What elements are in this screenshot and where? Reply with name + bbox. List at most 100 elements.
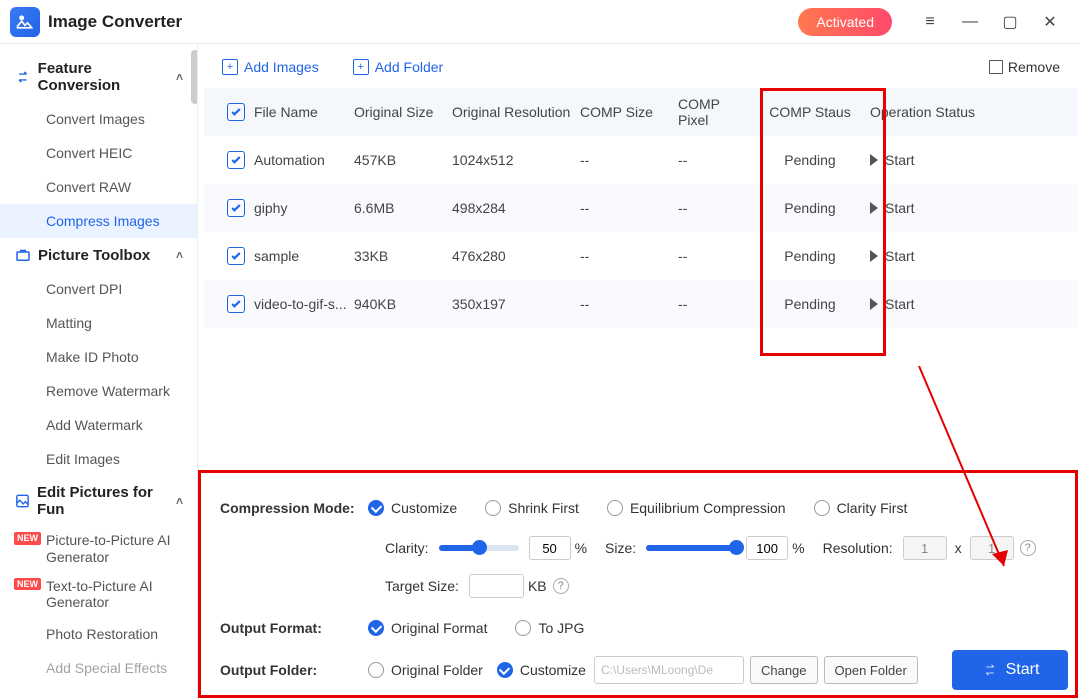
target-size-input[interactable]: [469, 574, 524, 598]
sidebar-item-pic2pic-ai[interactable]: NEW Picture-to-Picture AI Generator: [0, 526, 197, 572]
cell-comp-status: Pending: [750, 200, 870, 216]
checkbox-row[interactable]: [227, 199, 245, 217]
radio-equilibrium[interactable]: [607, 500, 623, 516]
add-folder-button[interactable]: + Add Folder: [353, 59, 443, 75]
radio-clarity-first[interactable]: [814, 500, 830, 516]
play-icon: [870, 250, 878, 262]
th-original-resolution: Original Resolution: [452, 104, 580, 120]
clarity-label: Clarity:: [385, 540, 429, 556]
cell-comp-pixel: --: [678, 152, 750, 168]
cell-file-name: video-to-gif-s...: [254, 296, 354, 312]
row-start-button[interactable]: Start: [870, 248, 1064, 264]
target-size-unit: KB: [528, 578, 547, 594]
th-comp-size: COMP Size: [580, 104, 678, 120]
resolution-width[interactable]: [903, 536, 947, 560]
cell-comp-status: Pending: [750, 296, 870, 312]
activated-badge: Activated: [798, 8, 892, 36]
row-start-button[interactable]: Start: [870, 296, 1064, 312]
app-logo: [10, 7, 40, 37]
resolution-label: Resolution:: [823, 540, 893, 556]
checkbox-row[interactable]: [227, 295, 245, 313]
radio-customize-folder[interactable]: [497, 662, 513, 678]
checkbox-row[interactable]: [227, 247, 245, 265]
add-image-icon: +: [222, 59, 238, 75]
section-feature-conversion[interactable]: Feature Conversion ˄: [0, 52, 197, 102]
cell-comp-status: Pending: [750, 248, 870, 264]
output-format-label: Output Format:: [220, 620, 368, 636]
play-icon: [870, 202, 878, 214]
sidebar-item-convert-raw[interactable]: Convert RAW: [0, 170, 197, 204]
clarity-input[interactable]: [529, 536, 571, 560]
new-badge: NEW: [14, 578, 41, 591]
row-start-button[interactable]: Start: [870, 200, 1064, 216]
sidebar-item-text2pic-ai[interactable]: NEW Text-to-Picture AI Generator: [0, 572, 197, 618]
radio-to-jpg[interactable]: [515, 620, 531, 636]
output-folder-path[interactable]: [594, 656, 744, 684]
sidebar-item-convert-heic[interactable]: Convert HEIC: [0, 136, 197, 170]
cell-comp-size: --: [580, 152, 678, 168]
cell-file-name: giphy: [254, 200, 354, 216]
section-label: Feature Conversion: [38, 60, 176, 94]
radio-label: Customize: [520, 662, 586, 678]
sidebar-item-add-watermark[interactable]: Add Watermark: [0, 408, 197, 442]
sidebar-item-matting[interactable]: Matting: [0, 306, 197, 340]
clarity-slider[interactable]: [439, 545, 519, 551]
sidebar-item-photo-restoration[interactable]: Photo Restoration: [0, 617, 197, 651]
row-start-button[interactable]: Start: [870, 152, 1064, 168]
radio-original-format[interactable]: [368, 620, 384, 636]
change-folder-button[interactable]: Change: [750, 656, 818, 684]
help-icon[interactable]: ?: [553, 578, 569, 594]
output-folder-label: Output Folder:: [220, 662, 368, 678]
radio-original-folder[interactable]: [368, 662, 384, 678]
radio-label: Original Format: [391, 620, 487, 636]
sidebar-item-make-id-photo[interactable]: Make ID Photo: [0, 340, 197, 374]
add-images-button[interactable]: + Add Images: [222, 59, 319, 75]
radio-shrink-first[interactable]: [485, 500, 501, 516]
maximize-button[interactable]: ▢: [994, 6, 1026, 38]
section-picture-toolbox[interactable]: Picture Toolbox ˄: [0, 238, 197, 272]
slider-thumb[interactable]: [729, 540, 744, 555]
cell-original-resolution: 498x284: [452, 200, 580, 216]
sidebar-item-compress-images[interactable]: Compress Images: [0, 204, 197, 238]
help-icon[interactable]: ?: [1020, 540, 1036, 556]
remove-button[interactable]: Remove: [989, 59, 1060, 75]
menu-icon[interactable]: ≡: [914, 6, 946, 38]
radio-customize[interactable]: [368, 500, 384, 516]
minimize-button[interactable]: —: [954, 6, 986, 38]
sidebar-item-convert-dpi[interactable]: Convert DPI: [0, 272, 197, 306]
sidebar-item-remove-watermark[interactable]: Remove Watermark: [0, 374, 197, 408]
slider-thumb[interactable]: [472, 540, 487, 555]
size-slider[interactable]: [646, 545, 736, 551]
cell-original-resolution: 476x280: [452, 248, 580, 264]
radio-label: Customize: [391, 500, 457, 516]
chevron-up-icon: ˄: [176, 494, 183, 508]
cell-file-name: sample: [254, 248, 354, 264]
sidebar-item-add-special-effects[interactable]: Add Special Effects: [0, 651, 197, 685]
sidebar: Feature Conversion ˄ Convert Images Conv…: [0, 44, 198, 700]
cell-comp-pixel: --: [678, 200, 750, 216]
open-folder-button[interactable]: Open Folder: [824, 656, 918, 684]
th-file-name: File Name: [254, 104, 354, 120]
start-button[interactable]: Start: [952, 650, 1068, 690]
sidebar-item-edit-images[interactable]: Edit Images: [0, 442, 197, 476]
chevron-up-icon: ˄: [176, 248, 183, 262]
size-unit: %: [792, 540, 804, 556]
cell-comp-pixel: --: [678, 296, 750, 312]
size-input[interactable]: [746, 536, 788, 560]
th-original-size: Original Size: [354, 104, 452, 120]
sidebar-item-convert-images[interactable]: Convert Images: [0, 102, 197, 136]
radio-label: Clarity First: [837, 500, 908, 516]
target-size-label: Target Size:: [385, 578, 459, 594]
scrollbar-thumb[interactable]: [191, 50, 198, 104]
resolution-height[interactable]: [970, 536, 1014, 560]
table-row: sample 33KB 476x280 -- -- Pending Start: [204, 232, 1078, 280]
close-button[interactable]: ✕: [1034, 6, 1066, 38]
section-edit-for-fun[interactable]: Edit Pictures for Fun ˄: [0, 476, 197, 526]
section-label: Picture Toolbox: [38, 247, 150, 264]
checkbox-all[interactable]: [227, 103, 245, 121]
table-row: Automation 457KB 1024x512 -- -- Pending …: [204, 136, 1078, 184]
radio-label: Shrink First: [508, 500, 579, 516]
cell-original-resolution: 350x197: [452, 296, 580, 312]
checkbox-row[interactable]: [227, 151, 245, 169]
cell-comp-status: Pending: [750, 152, 870, 168]
